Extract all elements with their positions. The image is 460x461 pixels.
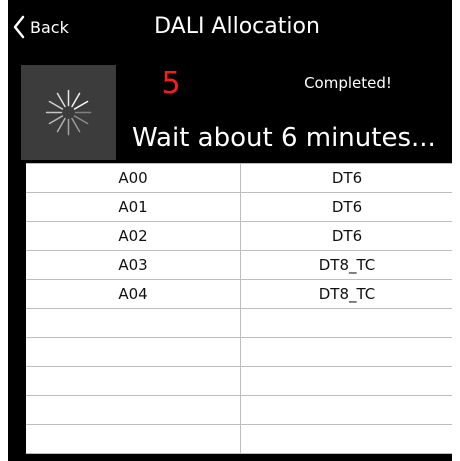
table-row[interactable] <box>26 424 452 454</box>
table-row[interactable]: A04 DT8_TC <box>26 279 452 309</box>
device-type-cell <box>240 366 452 396</box>
status-text: Completed! <box>304 74 392 92</box>
address-cell: A02 <box>26 221 241 251</box>
address-cell: A01 <box>26 192 241 222</box>
table-row[interactable]: A03 DT8_TC <box>26 250 452 280</box>
table-row[interactable] <box>26 366 452 396</box>
spinner-spoke <box>73 100 89 110</box>
table-row[interactable] <box>26 308 452 338</box>
allocation-count: 5 <box>161 66 181 101</box>
spinner-spoke <box>71 92 81 108</box>
wait-message: Wait about 6 minutes... <box>132 123 436 153</box>
spinner-spoke <box>73 115 89 125</box>
address-cell: A03 <box>26 250 241 280</box>
spinner-spoke <box>71 117 81 133</box>
loading-spinner-icon <box>45 89 92 136</box>
address-cell <box>26 308 241 338</box>
device-type-cell: DT6 <box>240 163 452 193</box>
device-type-cell: DT6 <box>240 192 452 222</box>
device-type-cell: DT6 <box>240 221 452 251</box>
address-cell: A04 <box>26 279 241 309</box>
table-row[interactable]: A00 DT6 <box>26 163 452 193</box>
table-row[interactable] <box>26 395 452 425</box>
spinner-panel <box>21 65 116 160</box>
address-cell <box>26 366 241 396</box>
table-row[interactable] <box>26 337 452 367</box>
allocation-table: A00 DT6 A01 DT6 A02 DT6 A03 DT8_TC A04 DT8_TC <box>26 163 452 454</box>
table-row[interactable]: A02 DT6 <box>26 221 452 251</box>
device-type-cell <box>240 337 452 367</box>
address-cell <box>26 424 241 454</box>
spinner-spoke <box>48 115 64 125</box>
spinner-spoke <box>56 117 66 133</box>
address-cell <box>26 337 241 367</box>
table-row[interactable]: A01 DT6 <box>26 192 452 222</box>
device-type-cell <box>240 308 452 338</box>
spinner-spoke <box>48 100 64 110</box>
dali-allocation-screen: Back DALI Allocation 5 Completed! Wait a… <box>8 0 452 461</box>
address-cell: A00 <box>26 163 241 193</box>
device-type-cell: DT8_TC <box>240 250 452 280</box>
device-type-cell <box>240 395 452 425</box>
page-title: DALI Allocation <box>154 14 320 39</box>
device-type-cell <box>240 424 452 454</box>
device-type-cell: DT8_TC <box>240 279 452 309</box>
spinner-spoke <box>56 92 66 108</box>
address-cell <box>26 395 241 425</box>
